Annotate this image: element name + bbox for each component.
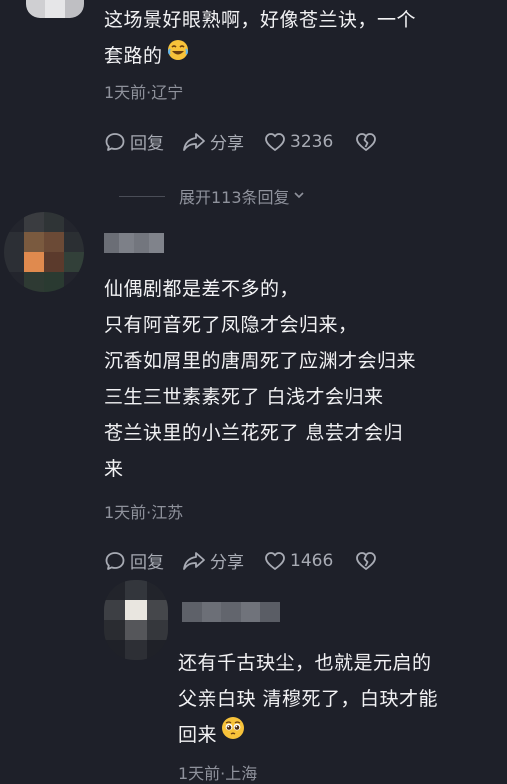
- reply-button[interactable]: 回复: [104, 548, 164, 573]
- comment-line: 沉香如屑里的唐周死了应渊才会归来: [104, 350, 417, 372]
- share-button[interactable]: 分享: [182, 129, 244, 154]
- reply-label: 回复: [130, 553, 164, 573]
- reply-button[interactable]: 回复: [104, 129, 164, 154]
- comment-line: 还有千古玦尘，也就是元启的: [178, 652, 432, 674]
- avatar-blurred[interactable]: [26, 0, 84, 18]
- comment-line: 三生三世素素死了 白浅才会归来: [104, 386, 384, 408]
- share-arrow-icon: [182, 550, 206, 572]
- reply-label: 回复: [130, 134, 164, 154]
- comment-meta: 1天前·上海: [178, 764, 258, 783]
- broken-heart-icon: [355, 132, 377, 152]
- share-arrow-icon: [182, 131, 206, 153]
- laughing-tears-emoji: [167, 37, 189, 73]
- comment-line: 父亲白玦 清穆死了，白玦才能: [178, 688, 439, 710]
- dislike-button[interactable]: [355, 551, 377, 571]
- like-count: 1466: [290, 550, 334, 571]
- comment-body: 这场景好眼熟啊，好像苍兰诀，一个 套路的: [104, 2, 416, 75]
- username-blurred[interactable]: [182, 602, 280, 622]
- comment-actions: 回复 分享 3236: [104, 129, 377, 154]
- divider-line: [119, 195, 165, 197]
- avatar-blurred[interactable]: [4, 212, 84, 292]
- chevron-down-icon: [292, 187, 306, 206]
- speech-bubble-icon: [104, 131, 126, 153]
- dislike-button[interactable]: [355, 132, 377, 152]
- comment-line: 只有阿音死了凤隐才会归来，: [104, 314, 358, 336]
- avatar-blurred[interactable]: [104, 580, 168, 660]
- comment-line: 仙偶剧都是差不多的，: [104, 278, 300, 300]
- speech-bubble-icon: [104, 550, 126, 572]
- comment-line: 这场景好眼熟啊，好像苍兰诀，一个: [104, 9, 417, 31]
- comment-line: 来: [104, 458, 124, 480]
- share-label: 分享: [210, 553, 244, 573]
- comment-line: 苍兰诀里的小兰花死了 息芸才会归: [104, 422, 404, 444]
- pleading-face-emoji: [221, 716, 245, 752]
- comment-actions: 回复 分享 1466: [104, 548, 377, 573]
- comment-meta: 1天前·辽宁: [104, 83, 184, 102]
- expand-replies-label: 展开113条回复: [179, 188, 290, 207]
- comment-meta: 1天前·江苏: [104, 503, 184, 522]
- broken-heart-icon: [355, 551, 377, 571]
- comment-line: 套路的: [104, 38, 416, 75]
- expand-replies-button[interactable]: 展开113条回复: [119, 184, 306, 208]
- like-button[interactable]: 1466: [264, 551, 333, 571]
- heart-icon: [264, 132, 286, 152]
- username-blurred[interactable]: [104, 233, 164, 253]
- comment-line: 回来: [178, 716, 438, 754]
- comment-body: 仙偶剧都是差不多的， 只有阿音死了凤隐才会归来， 沉香如屑里的唐周死了应渊才会归…: [104, 271, 416, 487]
- share-label: 分享: [210, 134, 244, 154]
- like-button[interactable]: 3236: [264, 132, 333, 152]
- share-button[interactable]: 分享: [182, 548, 244, 573]
- reply-body: 还有千古玦尘，也就是元启的 父亲白玦 清穆死了，白玦才能 回来: [178, 645, 438, 754]
- like-count: 3236: [290, 131, 334, 152]
- heart-icon: [264, 551, 286, 571]
